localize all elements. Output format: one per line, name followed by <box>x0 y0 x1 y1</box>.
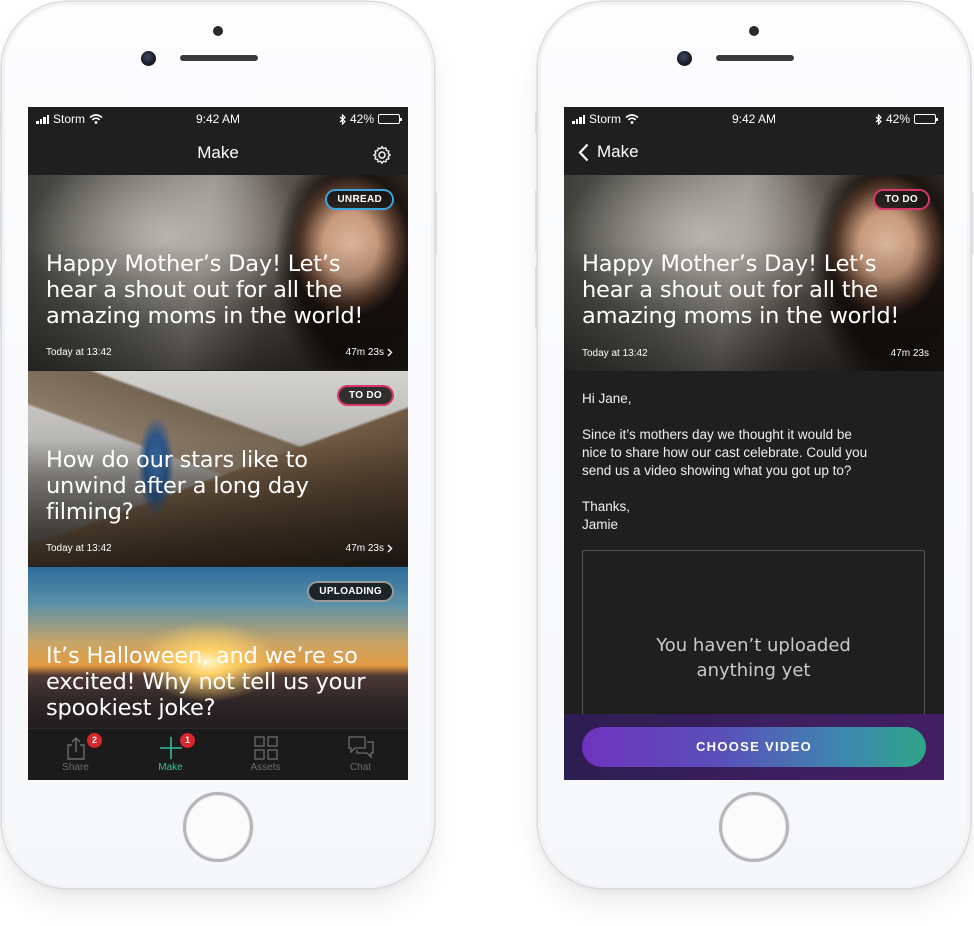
tab-make[interactable]: Make 1 <box>123 729 218 780</box>
card-title: How do our stars like to unwind after a … <box>46 447 309 525</box>
card-date: Today at 13:42 <box>582 348 648 359</box>
duration-text: 47m 23s <box>345 347 384 358</box>
phone-right: Storm 9:42 AM 42% Make TO DO Happy Mothe… <box>535 2 973 888</box>
grid-icon <box>253 736 278 760</box>
power-button <box>434 192 437 254</box>
empty-state-text: You haven’t uploaded anything yet <box>656 635 851 681</box>
card-duration: 47m 23s <box>346 347 393 358</box>
earpiece <box>716 55 794 61</box>
card-duration: 47m 23s <box>891 348 929 359</box>
front-camera <box>677 51 692 66</box>
mute-switch <box>0 112 2 134</box>
card-title: Happy Mother’s Day! Let’s hear a shout o… <box>582 251 900 329</box>
notification-count: 2 <box>87 733 102 748</box>
tab-label: Share <box>62 762 89 773</box>
front-camera <box>141 51 156 66</box>
tab-assets[interactable]: Assets <box>218 729 313 780</box>
proximity-sensor <box>749 26 759 36</box>
message-signoff: Thanks, Jamie <box>582 499 631 532</box>
status-bar: Storm 9:42 AM 42% <box>28 107 408 131</box>
proximity-sensor <box>213 26 223 36</box>
battery-percent: 42% <box>349 112 374 126</box>
volume-down-button <box>0 266 2 328</box>
home-button[interactable] <box>719 792 789 862</box>
tab-chat[interactable]: Chat <box>313 729 408 780</box>
feed-card[interactable]: UNREAD Happy Mother’s Day! Let’s hear a … <box>28 175 408 370</box>
plus-icon <box>159 737 182 759</box>
phone-left: Storm 9:42 AM 42% Make UNREAD Happy Moth… <box>0 2 437 888</box>
choose-video-button[interactable]: CHOOSE VIDEO <box>582 727 926 767</box>
battery-percent: 42% <box>885 112 910 126</box>
notification-count: 1 <box>180 733 195 748</box>
card-title: Happy Mother’s Day! Let’s hear a shout o… <box>46 251 364 329</box>
status-badge: TO DO <box>339 387 392 404</box>
card-date: Today at 13:42 <box>46 543 112 554</box>
tab-bar: Share 2 Make 1 Assets Chat <box>28 728 408 780</box>
back-button[interactable]: Make <box>578 142 639 162</box>
brief-message: Hi Jane, Since it’s mothers day we thoug… <box>582 390 926 552</box>
volume-up-button <box>0 190 2 252</box>
page-title: Make <box>197 143 239 162</box>
status-badge: TO DO <box>875 191 928 208</box>
chat-icon <box>347 736 374 759</box>
battery-icon <box>914 114 938 124</box>
back-label: Make <box>597 142 639 161</box>
status-badge: UPLOADING <box>309 583 392 600</box>
power-button <box>970 192 973 254</box>
bluetooth-icon <box>339 113 346 125</box>
share-icon <box>66 737 85 760</box>
tab-share[interactable]: Share 2 <box>28 729 123 780</box>
feed-card[interactable]: UPLOADING It’s Halloween, and we’re so e… <box>28 567 408 737</box>
tab-label: Chat <box>349 762 372 773</box>
back-chevron-icon <box>578 143 589 161</box>
card-title: It’s Halloween, and we’re so excited! Wh… <box>46 643 366 721</box>
status-badge: UNREAD <box>327 191 392 208</box>
status-bar: Storm 9:42 AM 42% <box>564 107 944 131</box>
volume-down-button <box>535 266 538 328</box>
duration-text: 47m 23s <box>890 348 929 359</box>
upload-area: You haven’t uploaded anything yet <box>582 550 925 730</box>
home-button[interactable] <box>183 792 253 862</box>
card-duration: 47m 23s <box>346 543 393 554</box>
mute-switch <box>535 112 538 134</box>
earpiece <box>180 55 258 61</box>
feed-card[interactable]: TO DO How do our stars like to unwind af… <box>28 371 408 566</box>
card-date: Today at 13:42 <box>46 347 112 358</box>
screen-feed: Storm 9:42 AM 42% Make UNREAD Happy Moth… <box>28 107 408 780</box>
screen-detail: Storm 9:42 AM 42% Make TO DO Happy Mothe… <box>564 107 944 780</box>
tab-label: Assets <box>250 762 281 773</box>
gear-icon[interactable] <box>372 145 392 165</box>
chevron-right-icon <box>387 348 393 357</box>
tab-label: Make <box>158 762 183 773</box>
brief-header-card: TO DO Happy Mother’s Day! Let’s hear a s… <box>564 175 944 371</box>
message-greeting: Hi Jane, <box>582 391 632 406</box>
cta-bar: CHOOSE VIDEO <box>564 714 944 780</box>
message-body: Since it’s mothers day we thought it wou… <box>582 427 868 478</box>
volume-up-button <box>535 190 538 252</box>
bluetooth-icon <box>875 113 882 125</box>
nav-bar: Make <box>564 131 944 175</box>
chevron-right-icon <box>387 544 393 553</box>
battery-icon <box>378 114 402 124</box>
duration-text: 47m 23s <box>345 543 384 554</box>
nav-bar: Make <box>28 131 408 175</box>
